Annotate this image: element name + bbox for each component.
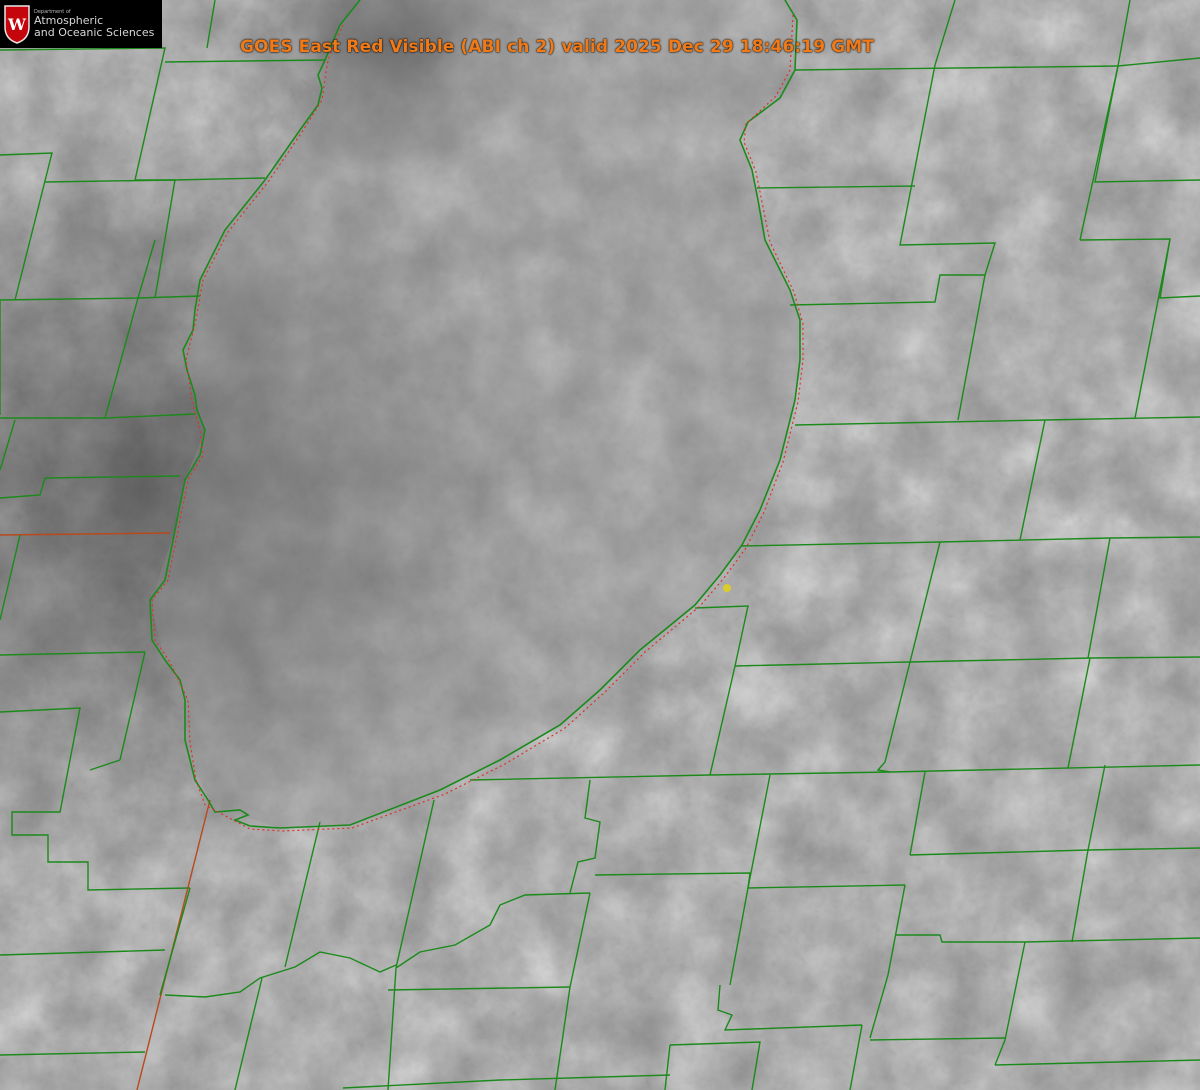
aos-logo: W Department of Atmospheric and Oceanic …	[0, 0, 162, 48]
uw-crest-icon: W	[4, 5, 30, 44]
logo-line-2: and Oceanic Sciences	[34, 25, 155, 39]
satellite-image-viewer: W Department of Atmospheric and Oceanic …	[0, 0, 1200, 1090]
yellow-dot-icon	[723, 584, 731, 592]
satellite-map	[0, 0, 1200, 1090]
logo-line-1: Atmospheric	[34, 14, 104, 28]
logo-text: Department of Atmospheric and Oceanic Sc…	[34, 9, 155, 39]
image-title: GOES East Red Visible (ABI ch 2) valid 2…	[240, 37, 874, 57]
svg-text:W: W	[7, 15, 27, 34]
